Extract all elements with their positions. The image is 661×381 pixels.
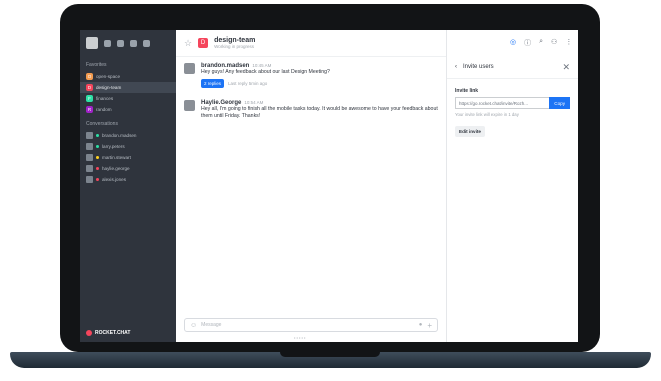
invite-panel: ‹ Invite users ✕ Invite link https://go.… xyxy=(447,56,578,342)
last-reply-meta: Last reply 5min ago xyxy=(228,81,268,86)
favorites-list: O open-space D design-team F finances R … xyxy=(80,71,176,115)
sidebar-item-haylie-george[interactable]: haylie.george xyxy=(80,163,176,174)
room-info: design-team Working in progress xyxy=(214,37,255,49)
sidebar-item-open-space[interactable]: O open-space xyxy=(80,71,176,82)
call-icon[interactable]: ◎ xyxy=(510,38,516,48)
message-time: 10:54 AM xyxy=(244,100,264,105)
laptop-notch xyxy=(280,352,380,357)
sidebar: Favorites O open-space D design-team F f… xyxy=(80,30,176,342)
message-composer[interactable]: ☺ Message ● + xyxy=(184,318,438,332)
room-label: open-space xyxy=(96,74,121,79)
invite-link-row: https://go.rocket.chat/invite/Rozh... Co… xyxy=(455,97,570,109)
message: Haylie.George 10:54 AM Hey all, I'm going… xyxy=(176,94,446,126)
invite-panel-header: ‹ Invite users ✕ xyxy=(447,56,578,79)
message-text: Hey all, I'm going to finish all the mob… xyxy=(201,106,438,119)
emoji-icon[interactable]: ☺ xyxy=(190,322,197,329)
microphone-icon[interactable]: ● xyxy=(419,322,423,328)
user-avatar xyxy=(86,176,93,183)
copy-button[interactable]: Copy xyxy=(549,97,570,109)
room-label: random xyxy=(96,107,112,112)
message-content: Haylie.George 10:54 AM Hey all, I'm going… xyxy=(201,100,438,120)
formatting-hint-icons: • • • • • xyxy=(294,335,306,340)
sidebar-item-larry-peters[interactable]: larry.peters xyxy=(80,141,176,152)
expiry-note: Your invite link will expire in 1 day xyxy=(455,112,519,117)
message: brandon.madsen 10:45 AM Hey guys! Any fee… xyxy=(176,57,446,94)
create-new-icon[interactable] xyxy=(143,39,150,47)
room-label: finances xyxy=(96,96,114,101)
invite-link-field[interactable]: https://go.rocket.chat/invite/Rozh... xyxy=(455,97,550,109)
author-avatar[interactable] xyxy=(184,100,195,111)
replies-button[interactable]: 2 replies xyxy=(201,79,225,88)
author-avatar[interactable] xyxy=(184,63,195,74)
invite-panel-title: Invite users xyxy=(463,64,494,70)
header-actions: ◎ ⓘ ⌕ ⚇ ⋮ xyxy=(510,38,572,48)
room-topic: Working in progress xyxy=(214,44,255,49)
back-icon[interactable]: ‹ xyxy=(455,64,457,70)
conversation-label: alexis.jones xyxy=(102,177,127,182)
room-label: design-team xyxy=(96,85,122,90)
room-avatar: R xyxy=(86,106,93,113)
info-icon[interactable]: ⓘ xyxy=(524,38,531,48)
search-icon[interactable] xyxy=(104,39,111,47)
brand-footer: ROCKET.CHAT xyxy=(86,330,130,336)
favorites-heading: Favorites xyxy=(86,62,107,68)
sidebar-item-brandon-madsen[interactable]: brandon.madsen xyxy=(80,130,176,141)
conversation-label: haylie.george xyxy=(102,166,130,171)
conversations-list: brandon.madsen larry.peters martin.stewa… xyxy=(80,130,176,185)
favorite-star-icon[interactable]: ☆ xyxy=(184,38,192,49)
message-content: brandon.madsen 10:45 AM Hey guys! Any fee… xyxy=(201,63,330,88)
room-avatar: D xyxy=(86,84,93,91)
brand-name: ROCKET.CHAT xyxy=(95,330,131,336)
sidebar-item-design-team[interactable]: D design-team xyxy=(80,82,176,93)
close-icon[interactable]: ✕ xyxy=(562,62,570,73)
conversation-label: larry.peters xyxy=(102,144,125,149)
room-title: design-team xyxy=(214,37,256,44)
conversation-label: brandon.madsen xyxy=(102,133,137,138)
invite-link-label: Invite link xyxy=(455,88,479,94)
rocket-logo-icon xyxy=(86,330,92,336)
user-avatar xyxy=(86,165,93,172)
edit-invite-button[interactable]: Edit invite xyxy=(455,126,485,137)
room-avatar: D xyxy=(198,38,209,48)
members-icon[interactable]: ⚇ xyxy=(551,38,557,48)
thread-summary: 2 replies Last reply 5min ago xyxy=(201,79,330,88)
user-avatar xyxy=(86,132,93,139)
room-header: ☆ D design-team Working in progress xyxy=(176,30,446,57)
status-busy-icon xyxy=(96,167,99,170)
add-icon[interactable]: + xyxy=(427,321,432,330)
sort-icon[interactable] xyxy=(130,39,137,47)
user-avatar[interactable] xyxy=(86,37,98,49)
chat-main: ☆ D design-team Working in progress bran… xyxy=(176,30,447,342)
message-text: Hey guys! Any feedback about our last De… xyxy=(201,69,330,75)
status-online-icon xyxy=(96,134,99,137)
conversation-label: martin.stewart xyxy=(102,155,131,160)
sidebar-item-finances[interactable]: F finances xyxy=(80,93,176,104)
status-away-icon xyxy=(96,156,99,159)
status-online-icon xyxy=(96,145,99,148)
message-time: 10:45 AM xyxy=(252,63,272,68)
sidebar-item-alexis-jones[interactable]: alexis.jones xyxy=(80,174,176,185)
sidebar-item-martin-stewart[interactable]: martin.stewart xyxy=(80,152,176,163)
app-screen: Favorites O open-space D design-team F f… xyxy=(80,30,578,342)
room-avatar: F xyxy=(86,95,93,102)
search-icon[interactable]: ⌕ xyxy=(539,38,543,48)
directory-icon[interactable] xyxy=(117,39,124,47)
message-input[interactable]: Message xyxy=(201,322,419,328)
more-icon[interactable]: ⋮ xyxy=(565,38,572,48)
conversations-heading: Conversations xyxy=(86,121,118,127)
user-avatar xyxy=(86,154,93,161)
status-busy-icon xyxy=(96,178,99,181)
sidebar-toolbar xyxy=(80,30,176,56)
user-avatar xyxy=(86,143,93,150)
room-avatar: O xyxy=(86,73,93,80)
sidebar-item-random[interactable]: R random xyxy=(80,104,176,115)
